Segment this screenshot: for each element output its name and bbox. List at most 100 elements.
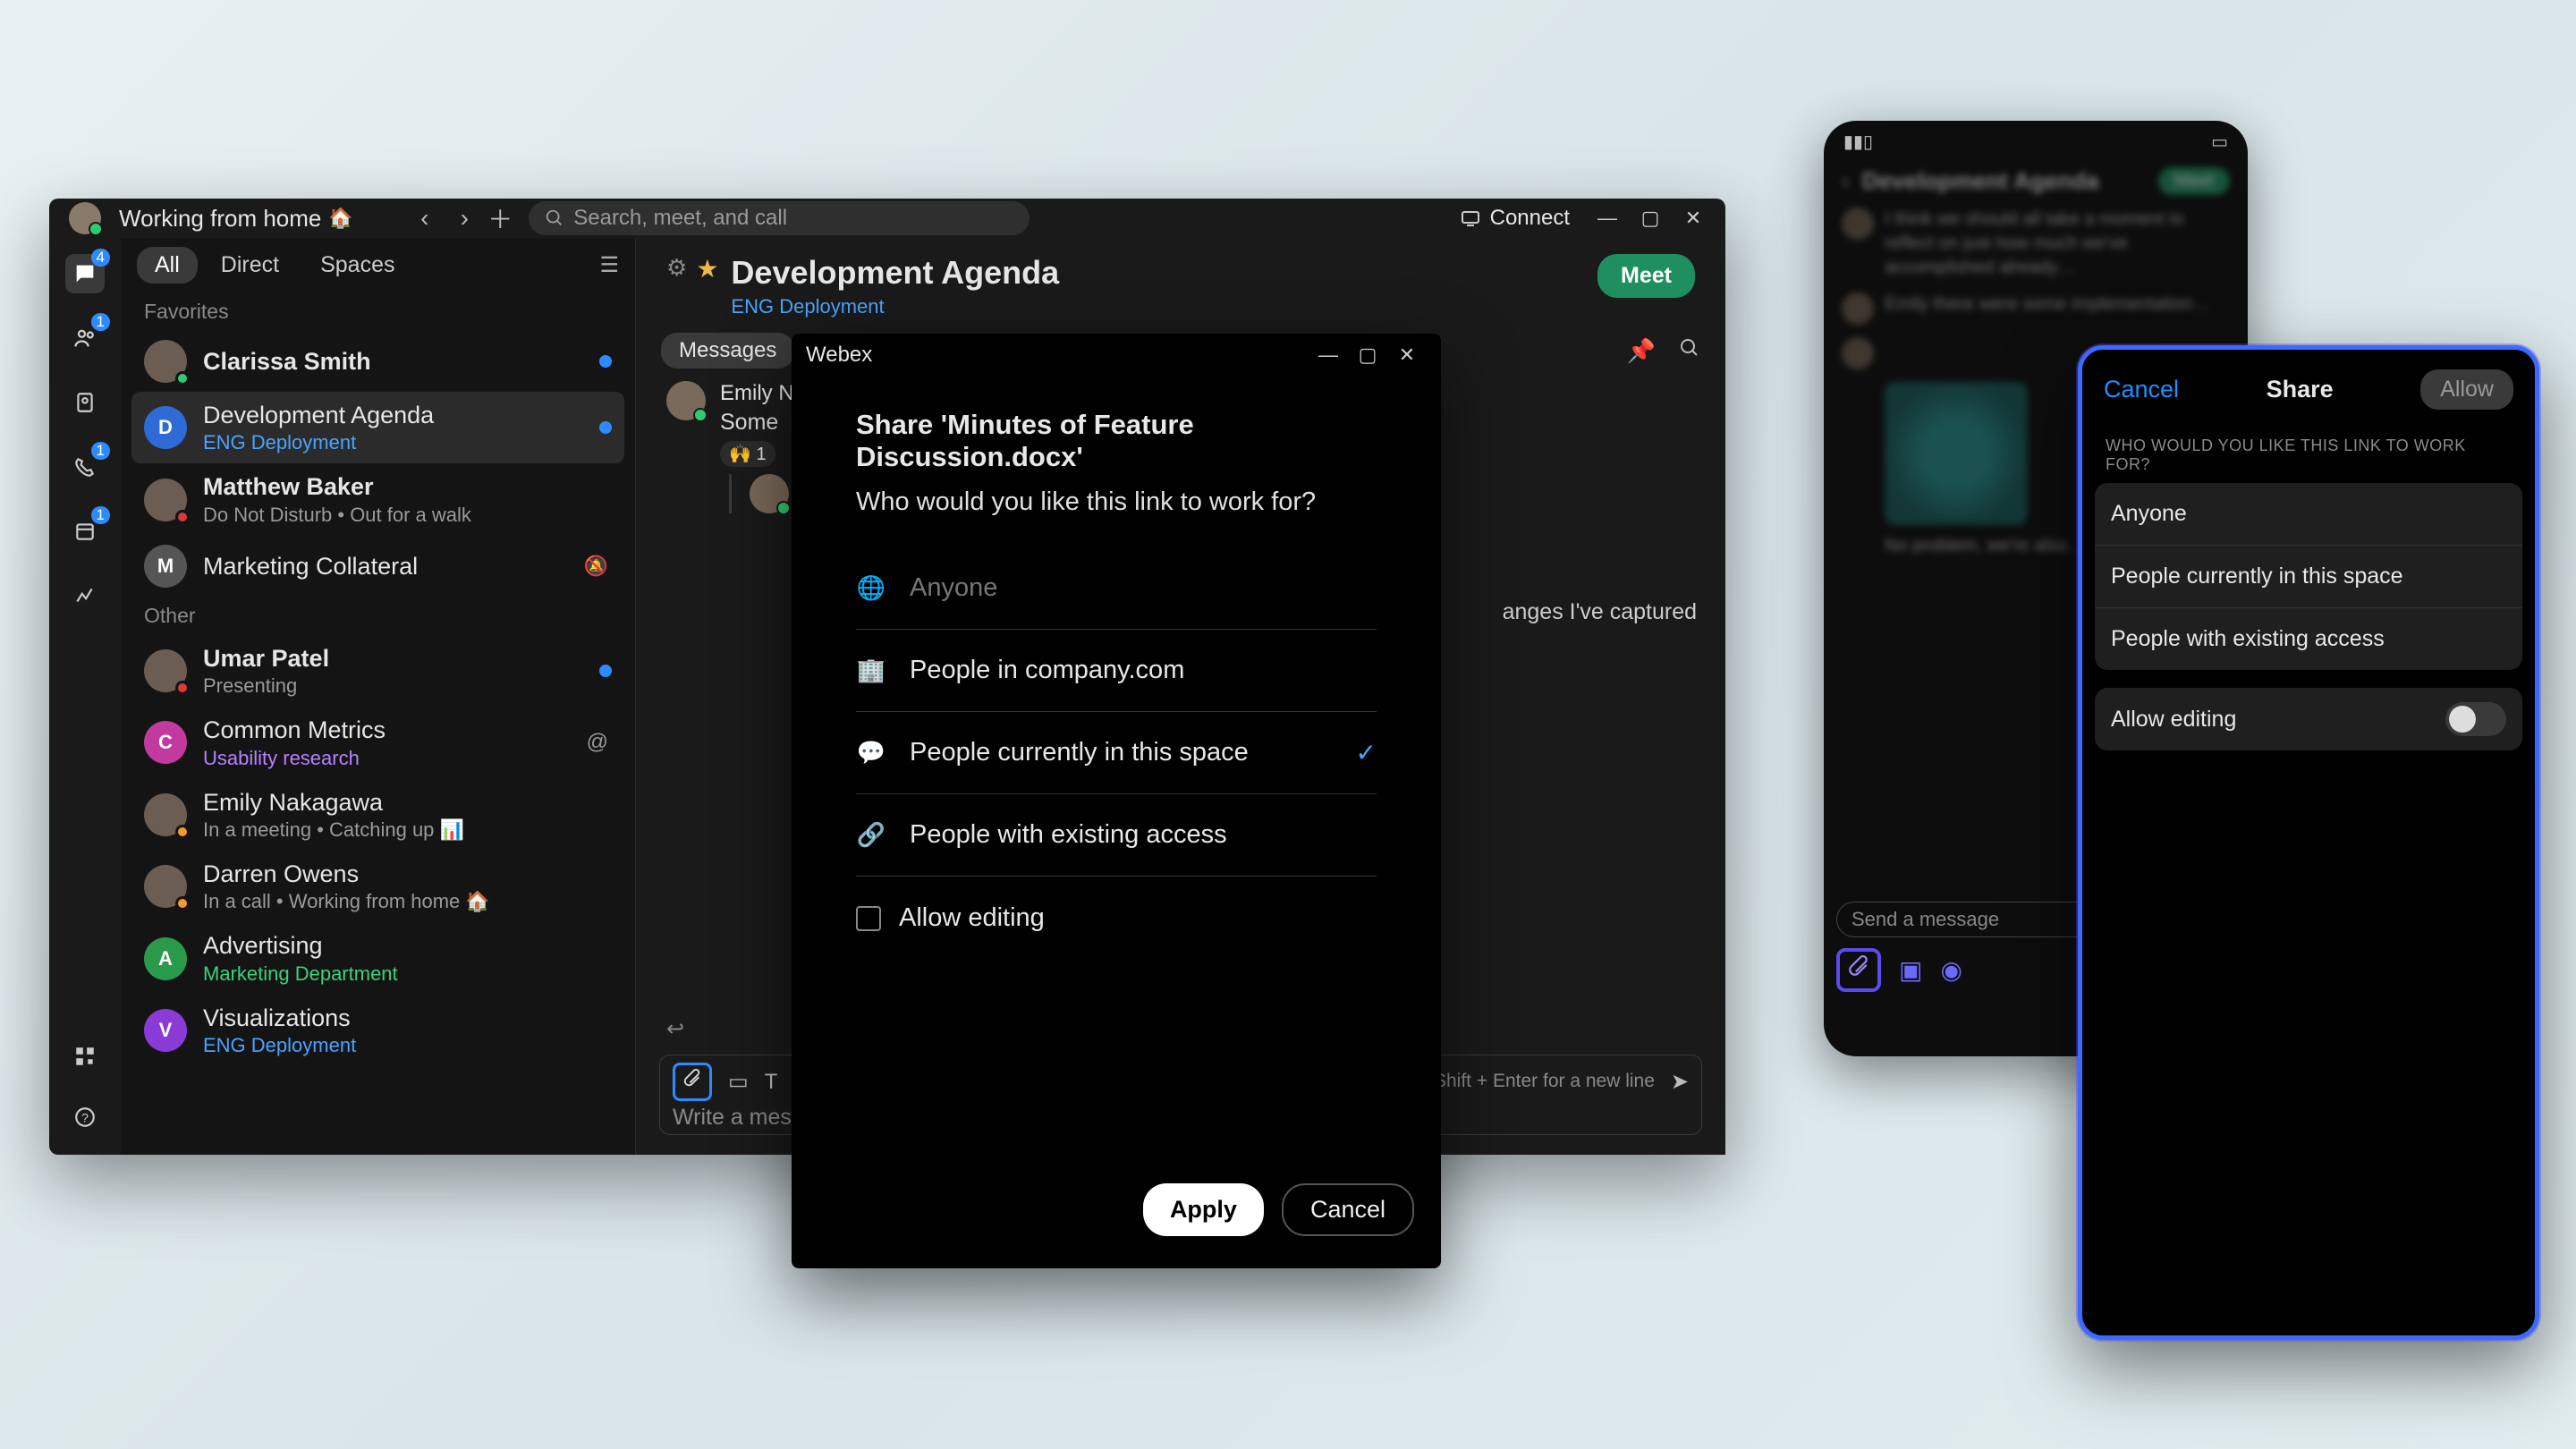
device-icon (1460, 208, 1481, 229)
search-icon (545, 208, 564, 228)
send-icon[interactable]: ➤ (1671, 1069, 1689, 1095)
sender-avatar[interactable] (666, 381, 706, 420)
screen-capture-icon[interactable]: ▭ (728, 1069, 749, 1095)
dialog-maximize[interactable]: ▢ (1348, 339, 1387, 371)
share-option[interactable]: 💬People currently in this space✓ (856, 712, 1377, 794)
connect-button[interactable]: Connect (1460, 206, 1570, 231)
item-subtitle: Do Not Disturb • Out for a walk (203, 504, 612, 527)
share-option[interactable]: 🏢People in company.com (856, 630, 1377, 712)
sheet-option[interactable]: Anyone (2095, 483, 2522, 546)
space-item[interactable]: AAdvertisingMarketing Department (121, 922, 635, 994)
filter-spaces[interactable]: Spaces (302, 247, 412, 284)
sheet-options: AnyonePeople currently in this spacePeop… (2095, 483, 2522, 670)
toggle-switch[interactable] (2445, 702, 2506, 736)
space-item[interactable]: Matthew BakerDo Not Disturb • Out for a … (121, 463, 635, 535)
nav-rail: 4 1 1 1 (49, 238, 121, 1155)
reply-avatar[interactable] (750, 474, 789, 513)
search-in-space-icon[interactable] (1679, 337, 1700, 365)
check-icon: ✓ (1356, 738, 1377, 767)
mobile-image-icon[interactable]: ▣ (1899, 955, 1922, 985)
space-team[interactable]: ENG Deployment (731, 295, 1059, 318)
space-item[interactable]: VVisualizationsENG Deployment (121, 995, 635, 1066)
analytics-icon (73, 584, 97, 607)
rail-meetings[interactable]: 1 (65, 512, 105, 551)
item-avatar: M (144, 545, 187, 588)
sheet-option[interactable]: People currently in this space (2095, 546, 2522, 608)
item-avatar: C (144, 721, 187, 764)
share-option[interactable]: 🌐Anyone (856, 547, 1377, 630)
presence-status[interactable]: Working from home (119, 205, 321, 233)
filter-menu-icon[interactable]: ☰ (599, 252, 619, 278)
meet-button[interactable]: Meet (1597, 254, 1695, 298)
user-avatar[interactable] (69, 202, 101, 234)
favorite-star-icon[interactable]: ★ (696, 254, 718, 284)
sheet-header: Cancel Share Allow (2095, 362, 2522, 424)
tab-messages[interactable]: Messages (661, 333, 794, 369)
share-dialog: Webex — ▢ ✕ Share 'Minutes of Feature Di… (792, 334, 1441, 1268)
checkbox-icon[interactable] (856, 906, 881, 931)
mobile-compose-placeholder: Send a message (1852, 908, 1999, 931)
item-name: Marketing Collateral (203, 552, 568, 580)
item-avatar (144, 479, 187, 521)
globe-icon: 🌐 (856, 574, 886, 602)
item-avatar: D (144, 406, 187, 449)
mobile-statusbar: ▮▮▯ ▭ (1824, 121, 2248, 162)
item-subtitle: Usability research (203, 747, 571, 770)
dialog-heading: Share 'Minutes of Feature Discussion.doc… (856, 409, 1377, 473)
back-button[interactable]: ‹ (407, 200, 443, 236)
dialog-close[interactable]: ✕ (1387, 339, 1427, 371)
space-item[interactable]: Darren OwensIn a call • Working from hom… (121, 851, 635, 922)
window-controls: — ▢ ✕ (1588, 202, 1713, 234)
rail-analytics[interactable] (65, 576, 105, 615)
close-button[interactable]: ✕ (1674, 202, 1713, 234)
format-icon[interactable]: T (765, 1070, 778, 1095)
section-other: Other (121, 597, 635, 635)
space-list: Clarissa SmithDDevelopment AgendaENG Dep… (121, 331, 635, 1155)
sheet-option[interactable]: People with existing access (2095, 608, 2522, 670)
space-item[interactable]: Umar PatelPresenting (121, 635, 635, 707)
space-item[interactable]: MMarketing Collateral🔕 (121, 536, 635, 597)
rail-messaging[interactable]: 4 (65, 254, 105, 293)
share-option-label: People currently in this space (910, 738, 1333, 767)
rail-apps[interactable] (65, 1037, 105, 1076)
filter-all[interactable]: All (137, 247, 198, 284)
space-item[interactable]: Emily NakagawaIn a meeting • Catching up… (121, 779, 635, 851)
minimize-button[interactable]: — (1588, 202, 1627, 234)
filter-tabs: All Direct Spaces ☰ (121, 238, 635, 292)
space-item[interactable]: CCommon MetricsUsability research@ (121, 707, 635, 778)
sheet-cancel[interactable]: Cancel (2104, 376, 2179, 403)
reaction-badge[interactable]: 🙌 1 (720, 441, 775, 467)
rail-contacts[interactable] (65, 383, 105, 422)
allow-editing-label: Allow editing (899, 903, 1045, 933)
spaces-sidebar: All Direct Spaces ☰ Favorites Clarissa S… (121, 238, 636, 1155)
mobile-meet-button[interactable]: Meet (2158, 167, 2230, 195)
sheet-allow-button[interactable]: Allow (2420, 369, 2513, 410)
apply-button[interactable]: Apply (1143, 1183, 1264, 1236)
new-button[interactable]: ＋ (482, 200, 518, 236)
dialog-minimize[interactable]: — (1309, 339, 1348, 371)
maximize-button[interactable]: ▢ (1631, 202, 1670, 234)
forward-button[interactable]: › (446, 200, 482, 236)
mobile-camera-icon[interactable]: ◉ (1940, 955, 1962, 985)
allow-editing-row[interactable]: Allow editing (856, 903, 1377, 933)
mobile-back-icon[interactable]: ‹ (1842, 167, 1850, 195)
search-input[interactable]: Search, meet, and call (529, 201, 1030, 235)
cancel-button[interactable]: Cancel (1282, 1183, 1414, 1236)
mobile-space-title: Development Agenda (1862, 167, 2099, 195)
item-subtitle: Marketing Department (203, 962, 612, 986)
rail-calling[interactable]: 1 (65, 447, 105, 487)
status-emoji: 🏠 (328, 207, 352, 230)
space-item[interactable]: DDevelopment AgendaENG Deployment (131, 392, 624, 463)
sheet-allow-editing-row[interactable]: Allow editing (2095, 688, 2522, 750)
reply-icon[interactable]: ↩ (666, 1016, 684, 1042)
rail-teams[interactable]: 1 (65, 318, 105, 358)
mobile-attach-button[interactable] (1836, 948, 1881, 992)
space-item[interactable]: Clarissa Smith (121, 331, 635, 392)
rail-help[interactable]: ? (65, 1097, 105, 1137)
calendar-icon (73, 520, 97, 543)
space-settings-icon[interactable]: ⚙ (666, 254, 687, 282)
attach-button[interactable] (673, 1063, 712, 1101)
pin-icon[interactable]: 📌 (1627, 337, 1656, 365)
share-option[interactable]: 🔗People with existing access (856, 794, 1377, 877)
filter-direct[interactable]: Direct (203, 247, 297, 284)
